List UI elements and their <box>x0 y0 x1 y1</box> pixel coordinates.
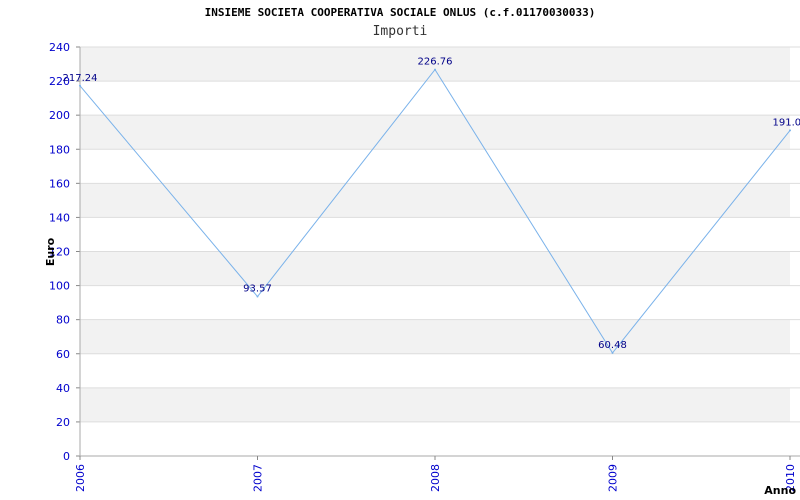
grid-band <box>80 251 790 286</box>
data-label: 60.48 <box>598 340 627 351</box>
y-tick-label: 20 <box>56 416 70 429</box>
x-tick-label: 2006 <box>74 464 87 492</box>
x-tick-label: 2008 <box>429 464 442 492</box>
y-tick-label: 40 <box>56 382 70 395</box>
y-tick-label: 100 <box>49 280 70 293</box>
data-point <box>611 351 614 354</box>
grid-band <box>80 387 790 422</box>
y-tick-label: 240 <box>49 41 70 54</box>
background-bands <box>80 47 790 422</box>
y-tick-label: 60 <box>56 348 70 361</box>
grid-band <box>80 319 790 354</box>
y-tick-label: 200 <box>49 109 70 122</box>
data-label: 226.76 <box>418 57 453 68</box>
y-tick-label: 160 <box>49 177 70 190</box>
line-chart: 020406080100120140160180200220240 2006 20… <box>44 41 800 497</box>
x-axis-label: Anno <box>764 484 796 497</box>
x-tick-label: 2009 <box>607 464 620 492</box>
x-tick-labels: 2006 2007 2008 2009 2010 <box>74 464 797 492</box>
y-tick-label: 140 <box>49 211 70 224</box>
data-point <box>434 68 436 71</box>
data-label: 93.57 <box>243 284 272 295</box>
grid-band <box>80 115 790 150</box>
data-point <box>789 129 791 132</box>
y-tick-label: 180 <box>49 143 70 156</box>
data-point <box>79 84 81 87</box>
data-label: 191.04 <box>773 117 800 128</box>
data-label: 217.24 <box>63 73 98 84</box>
y-tick-label: 0 <box>63 450 70 463</box>
y-tick-label: 80 <box>56 314 70 327</box>
data-point <box>256 295 259 298</box>
x-tick-label: 2007 <box>252 464 265 492</box>
y-axis-label: Euro <box>44 237 57 266</box>
